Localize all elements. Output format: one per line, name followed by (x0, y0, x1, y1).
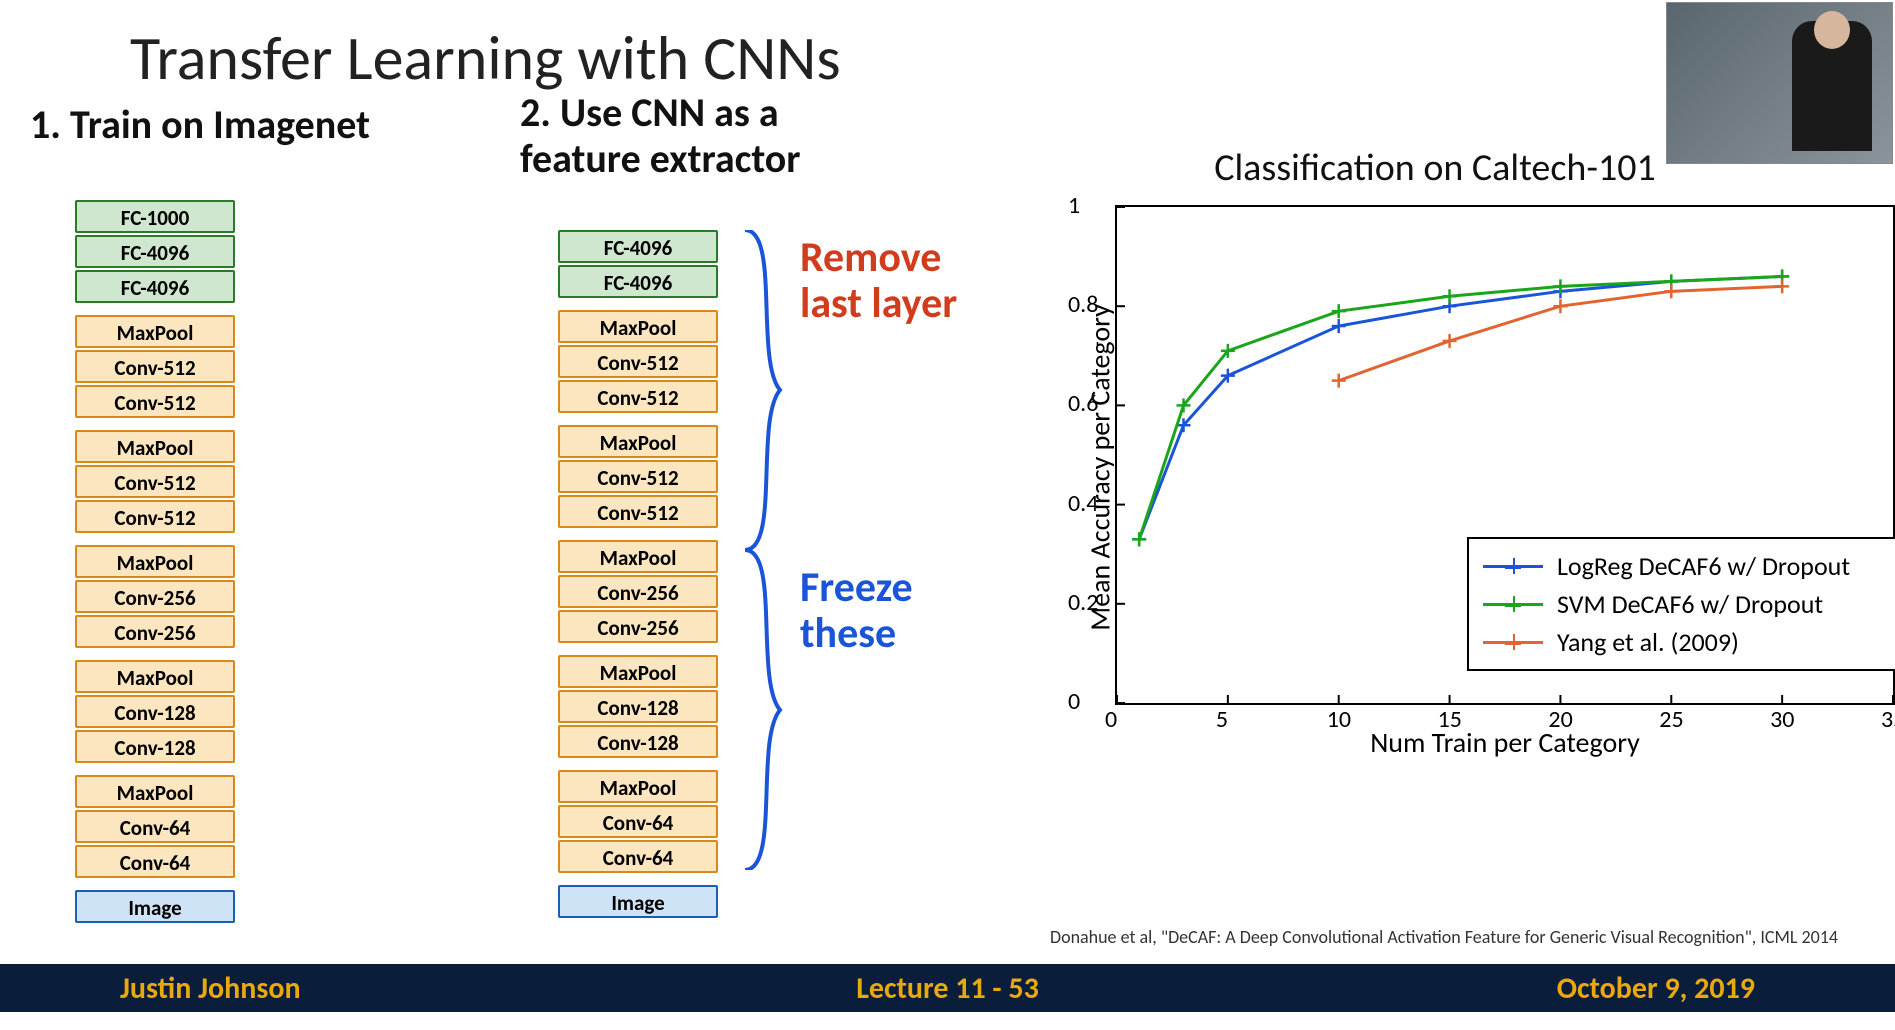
citation: Donahue et al, "DeCAF: A Deep Convolutio… (1050, 926, 1838, 948)
freeze-these-label: Freeze these (800, 565, 913, 657)
chart-legend: LogReg DeCAF6 w/ Dropout SVM DeCAF6 w/ Dr… (1467, 537, 1895, 671)
layer-maxpool: MaxPool (558, 540, 718, 573)
xtick: 30 (1770, 705, 1794, 734)
step1-heading: 1. Train on Imagenet (30, 100, 370, 149)
layer-conv-512: Conv-512 (75, 385, 235, 418)
footer: Justin Johnson Lecture 11 - 53 October 9… (0, 964, 1895, 1012)
layer-conv-256: Conv-256 (75, 615, 235, 648)
layer-maxpool: MaxPool (75, 545, 235, 578)
remove-last-layer-label: Remove last layer (800, 235, 957, 327)
layer-conv-512: Conv-512 (75, 500, 235, 533)
layer-maxpool: MaxPool (558, 655, 718, 688)
xtick: 0 (1105, 705, 1117, 734)
layer-image: Image (558, 885, 718, 918)
layer-maxpool: MaxPool (75, 775, 235, 808)
layer-maxpool: MaxPool (75, 315, 235, 348)
speaker-thumbnail (1666, 2, 1893, 164)
layer-maxpool: MaxPool (75, 660, 235, 693)
layer-fc-4096: FC-4096 (75, 235, 235, 268)
layer-conv-256: Conv-256 (75, 580, 235, 613)
layer-maxpool: MaxPool (558, 770, 718, 803)
brace-icon (735, 230, 785, 870)
ytick: 0.4 (1068, 489, 1098, 518)
layer-conv-512: Conv-512 (558, 380, 718, 413)
xtick: 25 (1659, 705, 1683, 734)
step2-heading: 2. Use CNN as a feature extractor (520, 90, 801, 182)
slide: Transfer Learning with CNNs 1. Train on … (0, 0, 1895, 1030)
layer-conv-64: Conv-64 (75, 810, 235, 843)
layer-conv-64: Conv-64 (558, 805, 718, 838)
step2-line2: feature extractor (520, 134, 801, 183)
ytick: 0.6 (1068, 389, 1098, 418)
layer-conv-128: Conv-128 (558, 690, 718, 723)
layer-conv-128: Conv-128 (558, 725, 718, 758)
ytick: 0.2 (1068, 588, 1098, 617)
layer-conv-128: Conv-128 (75, 695, 235, 728)
footer-lecture: Lecture 11 - 53 (856, 970, 1039, 1007)
footer-date: October 9, 2019 (1557, 970, 1755, 1007)
ytick: 0.8 (1068, 290, 1098, 319)
legend-item: SVM DeCAF6 w/ Dropout (1483, 585, 1895, 623)
xtick: 10 (1327, 705, 1351, 734)
step2-line1: 2. Use CNN as a (520, 88, 779, 137)
layer-stack-1: FC-1000FC-4096FC-4096MaxPoolConv-512Conv… (75, 200, 235, 923)
layer-conv-64: Conv-64 (558, 840, 718, 873)
layer-conv-512: Conv-512 (75, 465, 235, 498)
legend-item: LogReg DeCAF6 w/ Dropout (1483, 547, 1895, 585)
footer-author: Justin Johnson (120, 970, 301, 1007)
ytick: 1 (1068, 191, 1080, 220)
layer-conv-128: Conv-128 (75, 730, 235, 763)
xtick: 35 (1881, 705, 1895, 734)
xtick: 15 (1438, 705, 1462, 734)
layer-maxpool: MaxPool (558, 310, 718, 343)
layer-fc-4096: FC-4096 (558, 265, 718, 298)
layer-conv-512: Conv-512 (558, 345, 718, 378)
ytick: 0 (1068, 687, 1080, 716)
layer-conv-64: Conv-64 (75, 845, 235, 878)
xtick: 20 (1548, 705, 1572, 734)
layer-fc-4096: FC-4096 (75, 270, 235, 303)
legend-item: Yang et al. (2009) (1483, 623, 1895, 661)
layer-image: Image (75, 890, 235, 923)
legend-label: Yang et al. (2009) (1557, 626, 1739, 658)
layer-stack-2: FC-4096FC-4096MaxPoolConv-512Conv-512Max… (558, 230, 718, 918)
plot-box: LogReg DeCAF6 w/ Dropout SVM DeCAF6 w/ Dr… (1115, 205, 1895, 705)
layer-fc-1000: FC-1000 (75, 200, 235, 233)
layer-conv-512: Conv-512 (558, 495, 718, 528)
slide-title: Transfer Learning with CNNs (130, 20, 841, 96)
layer-maxpool: MaxPool (75, 430, 235, 463)
layer-conv-256: Conv-256 (558, 575, 718, 608)
layer-maxpool: MaxPool (558, 425, 718, 458)
legend-label: LogReg DeCAF6 w/ Dropout (1557, 550, 1850, 582)
layer-conv-256: Conv-256 (558, 610, 718, 643)
layer-conv-512: Conv-512 (75, 350, 235, 383)
layer-fc-4096: FC-4096 (558, 230, 718, 263)
xtick: 5 (1216, 705, 1228, 734)
legend-label: SVM DeCAF6 w/ Dropout (1557, 588, 1823, 620)
layer-conv-512: Conv-512 (558, 460, 718, 493)
chart: Classification on Caltech-101 Mean Accur… (1040, 170, 1830, 790)
